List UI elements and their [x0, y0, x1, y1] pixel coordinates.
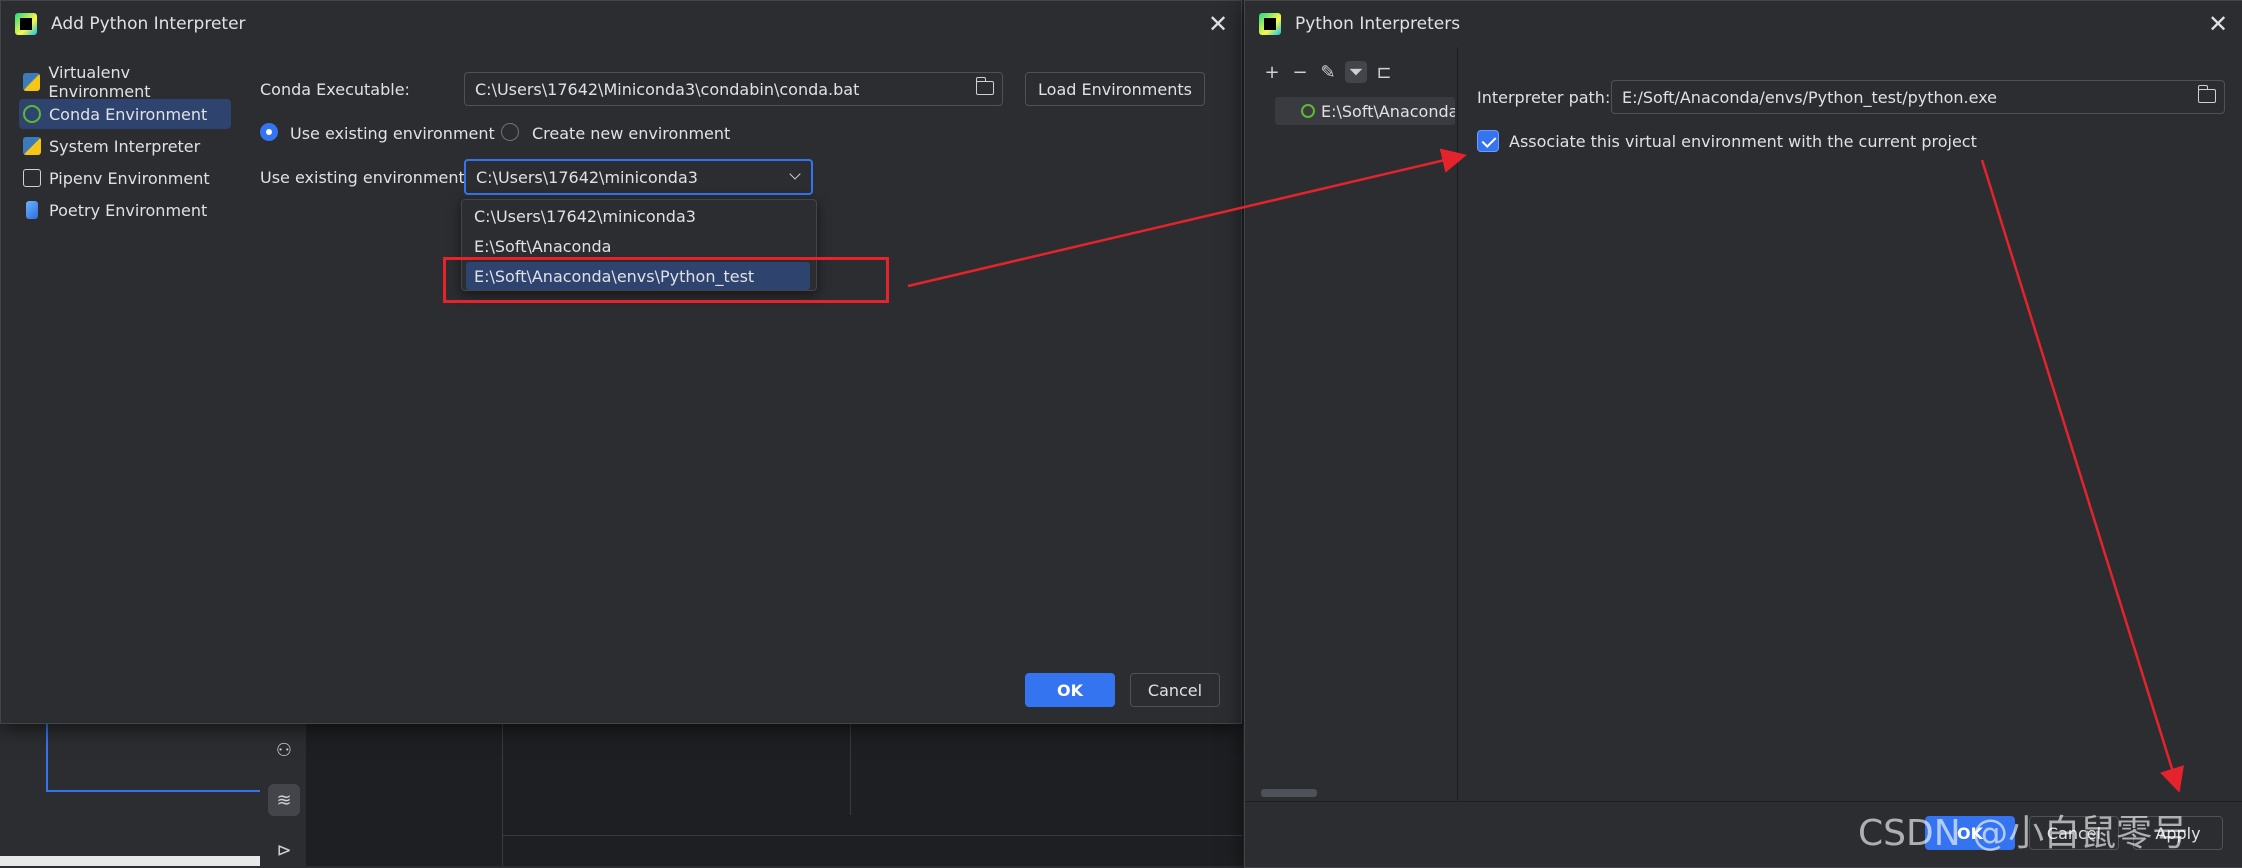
interpreter-list-pane: [1245, 47, 1458, 801]
cancel-button[interactable]: Cancel: [1130, 673, 1220, 707]
horizontal-scrollbar[interactable]: [1261, 789, 1317, 797]
dialog-title: Python Interpreters: [1295, 14, 1461, 34]
poetry-icon: [26, 201, 38, 219]
add-icon[interactable]: +: [1261, 61, 1283, 83]
background-tool-panel: [502, 720, 1243, 866]
conda-executable-value: C:\Users\17642\Miniconda3\condabin\conda…: [475, 79, 860, 99]
interpreter-path-value: E:/Soft/Anaconda/envs/Python_test/python…: [1622, 87, 1998, 107]
python-icon: [23, 73, 41, 91]
radio-use-existing-label[interactable]: Use existing environment: [290, 124, 495, 143]
dialog-titlebar: Python Interpreters: [1245, 1, 2242, 47]
existing-env-value: C:\Users\17642\miniconda3: [476, 167, 698, 187]
env-item-poetry[interactable]: Poetry Environment: [19, 195, 231, 225]
env-item-label: Conda Environment: [49, 104, 208, 124]
background-selection-frame: [46, 724, 262, 792]
associate-label[interactable]: Associate this virtual environment with …: [1509, 132, 1977, 151]
env-item-pipenv[interactable]: Pipenv Environment: [19, 163, 231, 193]
add-python-interpreter-dialog: Add Python Interpreter ✕ Virtualenv Envi…: [0, 0, 1242, 724]
python-console-icon[interactable]: ⚇: [268, 734, 300, 766]
highlight-box: [443, 257, 889, 303]
radio-create-new[interactable]: [501, 123, 519, 141]
browse-folder-icon[interactable]: [2197, 85, 2216, 103]
dropdown-option[interactable]: E:\Soft\Anaconda: [466, 232, 810, 260]
close-icon[interactable]: ✕: [2205, 11, 2231, 37]
interpreter-list-item[interactable]: E:\Soft\Anaconda: [1275, 97, 1455, 125]
pycharm-logo-icon: [1259, 13, 1281, 35]
env-item-conda[interactable]: Conda Environment: [19, 99, 231, 129]
dialog-titlebar: Add Python Interpreter: [1, 1, 1241, 47]
watermark-text: CSDN @小白鼠零号: [1858, 813, 2189, 854]
background-status-strip: [0, 856, 260, 866]
env-item-label: Pipenv Environment: [49, 168, 210, 188]
conda-ring-icon: [1301, 104, 1315, 118]
python-icon: [23, 137, 41, 155]
existing-env-label: Use existing environment:: [260, 168, 471, 187]
env-item-label: Virtualenv Environment: [48, 63, 151, 101]
env-item-virtualenv[interactable]: Virtualenv Environment: [19, 63, 231, 101]
layers-icon[interactable]: ≋: [268, 784, 300, 816]
conda-executable-label: Conda Executable:: [260, 80, 410, 99]
radio-use-existing[interactable]: [260, 123, 278, 141]
background-divider: [502, 835, 1242, 836]
services-icon[interactable]: ⊳: [268, 834, 300, 866]
dialog-title: Add Python Interpreter: [51, 14, 246, 34]
existing-env-combo[interactable]: C:\Users\17642\miniconda3: [464, 159, 813, 195]
pycharm-logo-icon: [15, 13, 37, 35]
pipenv-folder-icon: [23, 169, 41, 187]
ok-button[interactable]: OK: [1025, 673, 1115, 707]
show-paths-tree-icon[interactable]: ⊏: [1373, 61, 1395, 83]
browse-folder-icon[interactable]: [975, 77, 994, 95]
env-item-system[interactable]: System Interpreter: [19, 131, 231, 161]
remove-icon[interactable]: −: [1289, 61, 1311, 83]
filter-icon[interactable]: ⏷: [1345, 61, 1367, 83]
load-environments-button[interactable]: Load Environments: [1025, 72, 1205, 106]
close-icon[interactable]: ✕: [1205, 11, 1231, 37]
conda-ring-icon: [23, 105, 41, 123]
background-divider: [850, 720, 851, 815]
interpreter-path-field[interactable]: E:/Soft/Anaconda/envs/Python_test/python…: [1611, 80, 2225, 114]
conda-executable-field[interactable]: C:\Users\17642\Miniconda3\condabin\conda…: [464, 72, 1003, 106]
interpreter-path-label: Interpreter path:: [1477, 88, 1611, 107]
python-interpreters-dialog: Python Interpreters ✕ + − ✎ ⏷ ⊏ E:\Soft\…: [1244, 0, 2242, 868]
interpreter-item-label: E:\Soft\Anaconda: [1321, 101, 1455, 121]
env-item-label: System Interpreter: [49, 136, 201, 156]
env-item-label: Poetry Environment: [49, 200, 208, 220]
chevron-down-icon: [789, 168, 801, 180]
edit-pencil-icon[interactable]: ✎: [1317, 61, 1339, 83]
associate-checkbox[interactable]: [1477, 130, 1499, 152]
radio-create-new-label[interactable]: Create new environment: [532, 124, 730, 143]
dropdown-option[interactable]: C:\Users\17642\miniconda3: [466, 202, 810, 230]
